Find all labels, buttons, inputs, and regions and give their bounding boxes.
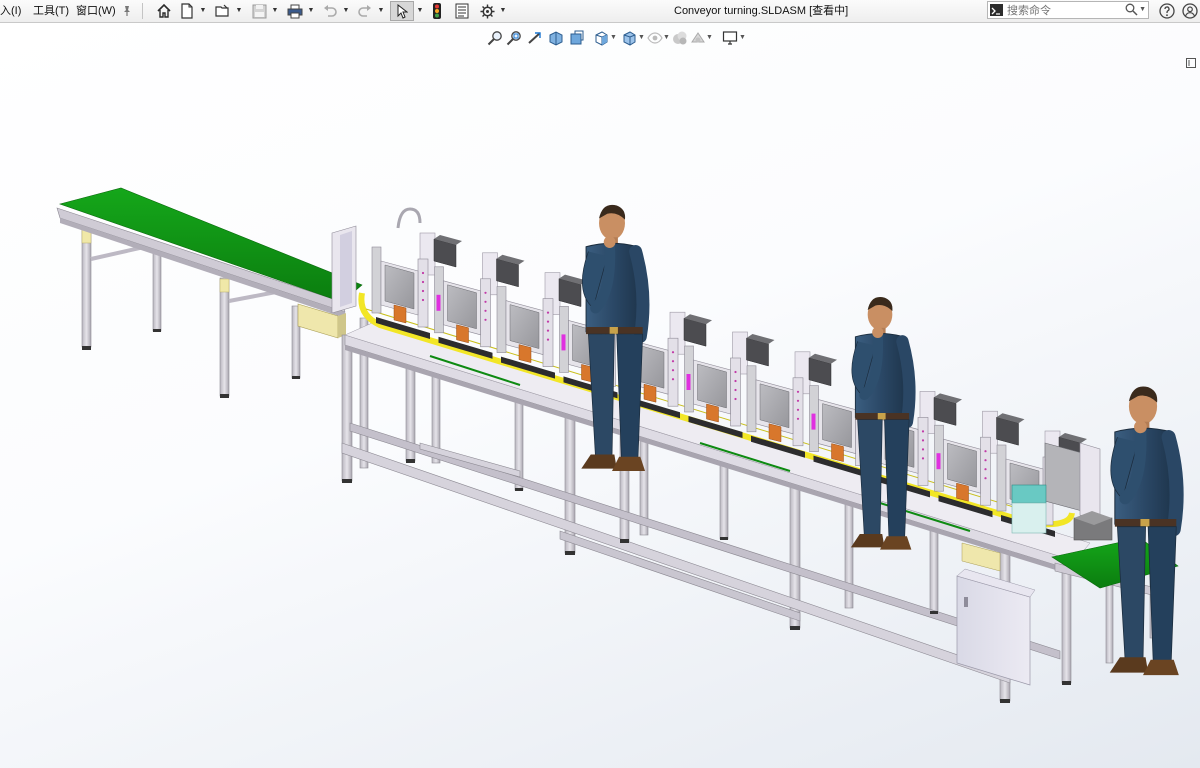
menu-insert[interactable]: 入(I) xyxy=(0,0,21,22)
save-icon[interactable] xyxy=(249,1,269,21)
options-gear-icon[interactable] xyxy=(478,1,496,21)
user-account-icon[interactable] xyxy=(1180,1,1200,21)
undo-dropdown-icon[interactable]: ▼ xyxy=(342,1,350,21)
new-dropdown-icon[interactable]: ▼ xyxy=(199,1,207,21)
toolbar-separator xyxy=(142,3,143,19)
file-properties-icon[interactable] xyxy=(452,1,472,21)
infeed-belt-conveyor[interactable] xyxy=(56,187,363,398)
help-icon[interactable] xyxy=(1157,1,1177,21)
open-folder-icon[interactable] xyxy=(213,1,233,21)
rebuild-traffic-light-icon[interactable] xyxy=(430,1,444,21)
search-dropdown-icon[interactable]: ▼ xyxy=(1139,2,1146,18)
command-toolbar: 入(I) 工具(T) 窗口(W) ▼ ▼ ▼ ▼ ▼ ▼ ▼ ▼ Conveyo xyxy=(0,0,1200,23)
print-dropdown-icon[interactable]: ▼ xyxy=(307,1,315,21)
home-icon[interactable] xyxy=(154,1,174,21)
operator-figure xyxy=(1109,386,1184,676)
document-title: Conveyor turning.SLDASM [查看中] xyxy=(674,5,849,17)
redo-dropdown-icon[interactable]: ▼ xyxy=(377,1,385,21)
search-commands-box[interactable]: ▼ xyxy=(987,1,1149,19)
pin-icon[interactable] xyxy=(120,1,134,21)
electrical-cabinet[interactable] xyxy=(956,542,1036,686)
search-icon[interactable] xyxy=(1125,3,1138,21)
new-document-icon[interactable] xyxy=(178,1,196,21)
save-dropdown-icon[interactable]: ▼ xyxy=(271,1,279,21)
command-prompt-icon xyxy=(990,4,1003,16)
undo-icon[interactable] xyxy=(321,1,339,21)
select-dropdown-icon[interactable]: ▼ xyxy=(416,1,424,21)
search-input[interactable] xyxy=(1007,2,1117,18)
menu-window[interactable]: 窗口(W) xyxy=(76,0,116,22)
print-icon[interactable] xyxy=(285,1,305,21)
open-dropdown-icon[interactable]: ▼ xyxy=(235,1,243,21)
select-arrow-icon[interactable] xyxy=(390,1,414,21)
menu-tools[interactable]: 工具(T) xyxy=(33,0,69,22)
options-dropdown-icon[interactable]: ▼ xyxy=(499,1,507,21)
redo-icon[interactable] xyxy=(356,1,374,21)
graphics-area[interactable]: ▼ ▼ ▼ ▼ ▼ xyxy=(0,23,1200,768)
conveyor-assembly-model[interactable] xyxy=(0,23,1200,768)
